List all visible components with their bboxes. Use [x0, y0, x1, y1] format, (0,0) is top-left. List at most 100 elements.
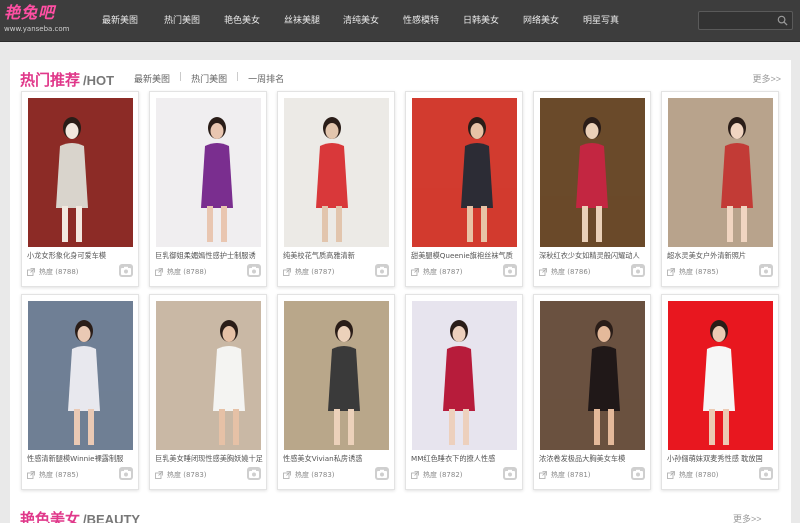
- hot-subtabs: 最新美图 | 热门美图 | 一周排名: [134, 72, 284, 85]
- external-link-icon: [283, 471, 291, 479]
- heat-count: 热度 (8780): [679, 471, 719, 479]
- photo-title[interactable]: 甜美腿模Queenie旗袍丝袜气质: [411, 251, 519, 261]
- photo-thumbnail[interactable]: [540, 98, 645, 247]
- camera-icon[interactable]: [503, 467, 517, 480]
- photo-thumbnail[interactable]: [412, 301, 517, 450]
- heat-count: 热度 (8782): [423, 471, 463, 479]
- tab-weekly-rank[interactable]: 一周排名: [248, 72, 284, 85]
- photo-title[interactable]: 巨乳御姐柔媚嫣性感护士制服诱: [155, 251, 263, 261]
- photo-thumbnail[interactable]: [284, 98, 389, 247]
- photo-meta: 热度 (8782): [411, 470, 463, 480]
- logo-url: www.yanseba.com: [4, 25, 70, 33]
- photo-title[interactable]: 浓浓卷发极品大胸美女车模: [539, 454, 647, 464]
- camera-icon[interactable]: [119, 264, 133, 277]
- search-icon[interactable]: [777, 15, 788, 26]
- photo-meta: 热度 (8785): [667, 267, 719, 277]
- photo-meta: 热度 (8785): [27, 470, 79, 480]
- hot-section: 热门推荐 /HOT 最新美图 | 热门美图 | 一周排名 更多>> 小龙女形象化…: [10, 60, 791, 523]
- camera-icon[interactable]: [631, 467, 645, 480]
- tab-separator: |: [236, 72, 240, 82]
- external-link-icon: [411, 268, 419, 276]
- photo-card[interactable]: 深秋红衣少女如精灵般闪耀动人热度 (8786): [533, 91, 651, 287]
- photo-title[interactable]: 巨乳美女睡闭现性感美胸妖嬈十足: [155, 454, 263, 464]
- nav-item-pure[interactable]: 清纯美女: [343, 0, 403, 42]
- photo-title[interactable]: 性感清新腿模Winnie裸露制服: [27, 454, 135, 464]
- search-input[interactable]: [699, 12, 775, 29]
- photo-title[interactable]: 深秋红衣少女如精灵般闪耀动人: [539, 251, 647, 261]
- photo-title[interactable]: 性感美女Vivian私房诱惑: [283, 454, 391, 464]
- photo-thumbnail[interactable]: [284, 301, 389, 450]
- external-link-icon: [539, 471, 547, 479]
- heat-count: 热度 (8788): [167, 268, 207, 276]
- heat-count: 热度 (8783): [295, 471, 335, 479]
- heat-count: 热度 (8787): [295, 268, 335, 276]
- search-box: [698, 11, 793, 30]
- camera-icon[interactable]: [503, 264, 517, 277]
- heat-count: 热度 (8785): [679, 268, 719, 276]
- photo-card[interactable]: 纯美校花气质高雅清新热度 (8787): [277, 91, 395, 287]
- photo-card[interactable]: 巨乳御姐柔媚嫣性感护士制服诱热度 (8788): [149, 91, 267, 287]
- camera-icon[interactable]: [759, 264, 773, 277]
- camera-icon[interactable]: [375, 467, 389, 480]
- camera-icon[interactable]: [759, 467, 773, 480]
- hot-title-en: /HOT: [83, 73, 115, 88]
- camera-icon[interactable]: [247, 467, 261, 480]
- nav-item-hot[interactable]: 热门美图: [164, 0, 224, 42]
- photo-card[interactable]: 小龙女形象化身可爱车模热度 (8788): [21, 91, 139, 287]
- photo-title[interactable]: MM红色睡衣下的撩人性感: [411, 454, 519, 464]
- hot-section-title: 热门推荐 /HOT: [20, 69, 114, 89]
- photo-thumbnail[interactable]: [412, 98, 517, 247]
- camera-icon[interactable]: [631, 264, 645, 277]
- photo-card[interactable]: 浓浓卷发极品大胸美女车模 热度 (8781): [533, 294, 651, 490]
- photo-thumbnail[interactable]: [668, 301, 773, 450]
- heat-count: 热度 (8787): [423, 268, 463, 276]
- nav-item-online-beauty[interactable]: 网络美女: [523, 0, 583, 42]
- photo-thumbnail[interactable]: [540, 301, 645, 450]
- external-link-icon: [539, 268, 547, 276]
- photo-meta: 热度 (8783): [155, 470, 207, 480]
- tab-latest[interactable]: 最新美图: [134, 72, 170, 85]
- nav-item-latest[interactable]: 最新美图: [102, 0, 164, 42]
- hot-title-zh: 热门推荐: [20, 71, 81, 89]
- external-link-icon: [667, 268, 675, 276]
- camera-icon[interactable]: [247, 264, 261, 277]
- photo-meta: 热度 (8788): [27, 267, 79, 277]
- photo-thumbnail[interactable]: [668, 98, 773, 247]
- photo-meta: 热度 (8783): [283, 470, 335, 480]
- heat-count: 热度 (8788): [39, 268, 79, 276]
- hot-more-link[interactable]: 更多>>: [752, 72, 781, 85]
- photo-card[interactable]: 性感清新腿模Winnie裸露制服热度 (8785): [21, 294, 139, 490]
- nav-item-jk-beauty[interactable]: 日韩美女: [463, 0, 523, 42]
- photo-card[interactable]: 超水灵美女户外清新照片热度 (8785): [661, 91, 779, 287]
- photo-thumbnail[interactable]: [28, 301, 133, 450]
- photo-title[interactable]: 纯美校花气质高雅清新: [283, 251, 391, 261]
- heat-count: 热度 (8786): [551, 268, 591, 276]
- logo-text: 艳兔吧: [4, 3, 56, 22]
- photo-card[interactable]: 性感美女Vivian私房诱惑热度 (8783): [277, 294, 395, 490]
- site-logo[interactable]: 艳兔吧 www.yanseba.com: [4, 3, 70, 36]
- nav-item-stockings[interactable]: 丝袜美腿: [284, 0, 343, 42]
- camera-icon[interactable]: [375, 264, 389, 277]
- nav-item-models[interactable]: 性感模特: [403, 0, 463, 42]
- photo-thumbnail[interactable]: [28, 98, 133, 247]
- beauty-title-en: /BEAUTY: [83, 512, 141, 523]
- photo-card[interactable]: 甜美腿模Queenie旗袍丝袜气质热度 (8787): [405, 91, 523, 287]
- photo-card[interactable]: MM红色睡衣下的撩人性感热度 (8782): [405, 294, 523, 490]
- beauty-section-title: 艳色美女 /BEAUTY: [20, 508, 140, 523]
- nav-item-sexy-beauty[interactable]: 艳色美女: [224, 0, 284, 42]
- heat-count: 热度 (8785): [39, 471, 79, 479]
- photo-thumbnail[interactable]: [156, 98, 261, 247]
- external-link-icon: [667, 471, 675, 479]
- photo-card[interactable]: 小孙俪萌妹双麦秀性感 耽放国热度 (8780): [661, 294, 779, 490]
- top-navigation-bar: 艳兔吧 www.yanseba.com 最新美图 热门美图 艳色美女 丝袜美腿 …: [0, 0, 800, 42]
- photo-title[interactable]: 超水灵美女户外清新照片: [667, 251, 775, 261]
- nav-item-celebrity[interactable]: 明星写真: [583, 0, 633, 42]
- photo-title[interactable]: 小孙俪萌妹双麦秀性感 耽放国: [667, 454, 775, 464]
- beauty-title-zh: 艳色美女: [20, 510, 81, 523]
- photo-title[interactable]: 小龙女形象化身可爱车模: [27, 251, 135, 261]
- camera-icon[interactable]: [119, 467, 133, 480]
- tab-hot[interactable]: 热门美图: [191, 72, 227, 85]
- photo-card[interactable]: 巨乳美女睡闭现性感美胸妖嬈十足 热度 (8783): [149, 294, 267, 490]
- photo-thumbnail[interactable]: [156, 301, 261, 450]
- beauty-more-link[interactable]: 更多>>: [733, 512, 762, 523]
